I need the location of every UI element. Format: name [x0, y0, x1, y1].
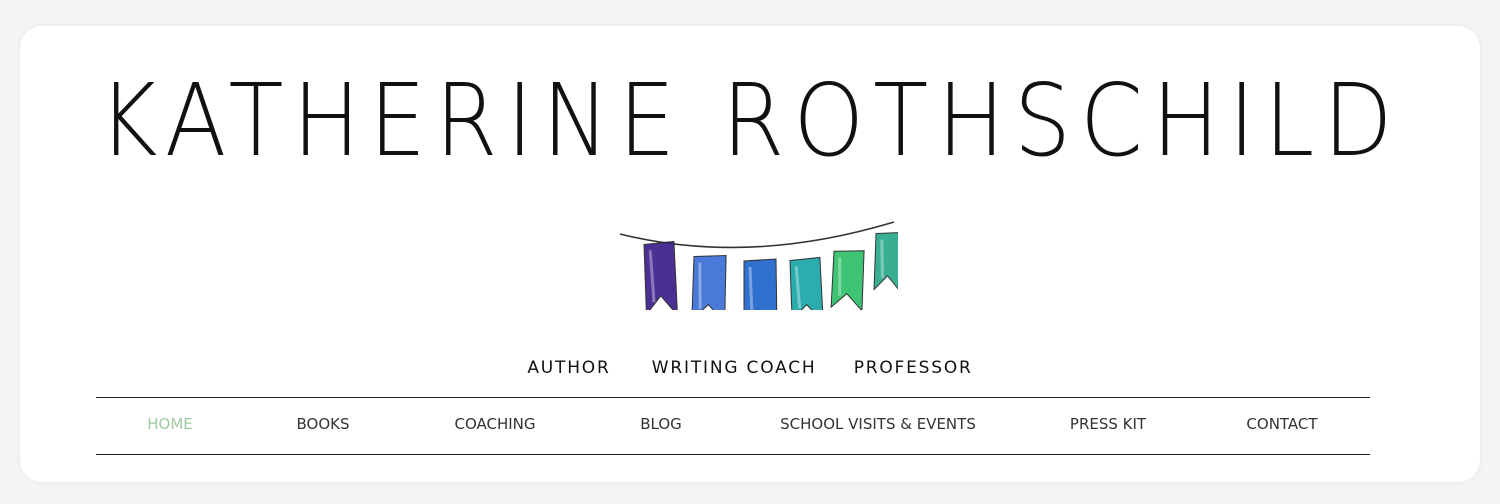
- nav-press-kit[interactable]: PRESS KIT: [1070, 398, 1146, 454]
- nav-school-visits-events[interactable]: SCHOOL VISITS & EVENTS: [780, 398, 976, 454]
- bunting-flag-highlight: [748, 266, 754, 310]
- bunting-flag: [691, 255, 727, 310]
- bunting-flag: [830, 250, 865, 310]
- tagline-writing-coach: WRITING COACH: [651, 358, 817, 378]
- site-title[interactable]: KATHERINE ROTHSCHILD: [93, 66, 1407, 176]
- nav-books[interactable]: BOOKS: [297, 398, 350, 454]
- bunting-flag-highlight: [838, 257, 842, 296]
- main-nav: HOME BOOKS COACHING BLOG SCHOOL VISITS &…: [96, 397, 1370, 455]
- bunting-flag: [789, 256, 824, 310]
- tagline-professor: PROFESSOR: [853, 358, 973, 378]
- nav-contact[interactable]: CONTACT: [1246, 398, 1317, 454]
- header-card: KATHERINE ROTHSCHILD AUTHOR WRITING COAC…: [20, 26, 1480, 482]
- bunting-flag: [743, 258, 778, 310]
- nav-blog[interactable]: BLOG: [640, 398, 682, 454]
- tagline-author: AUTHOR: [527, 358, 611, 378]
- bunting-flag-highlight: [698, 262, 702, 309]
- bunting-flags-icon: [619, 221, 898, 310]
- bunting-flag-highlight: [880, 239, 884, 278]
- bunting-flag: [873, 231, 898, 294]
- nav-home[interactable]: HOME: [147, 398, 193, 454]
- tagline: AUTHOR WRITING COACH PROFESSOR: [20, 358, 1480, 378]
- nav-coaching[interactable]: COACHING: [454, 398, 535, 454]
